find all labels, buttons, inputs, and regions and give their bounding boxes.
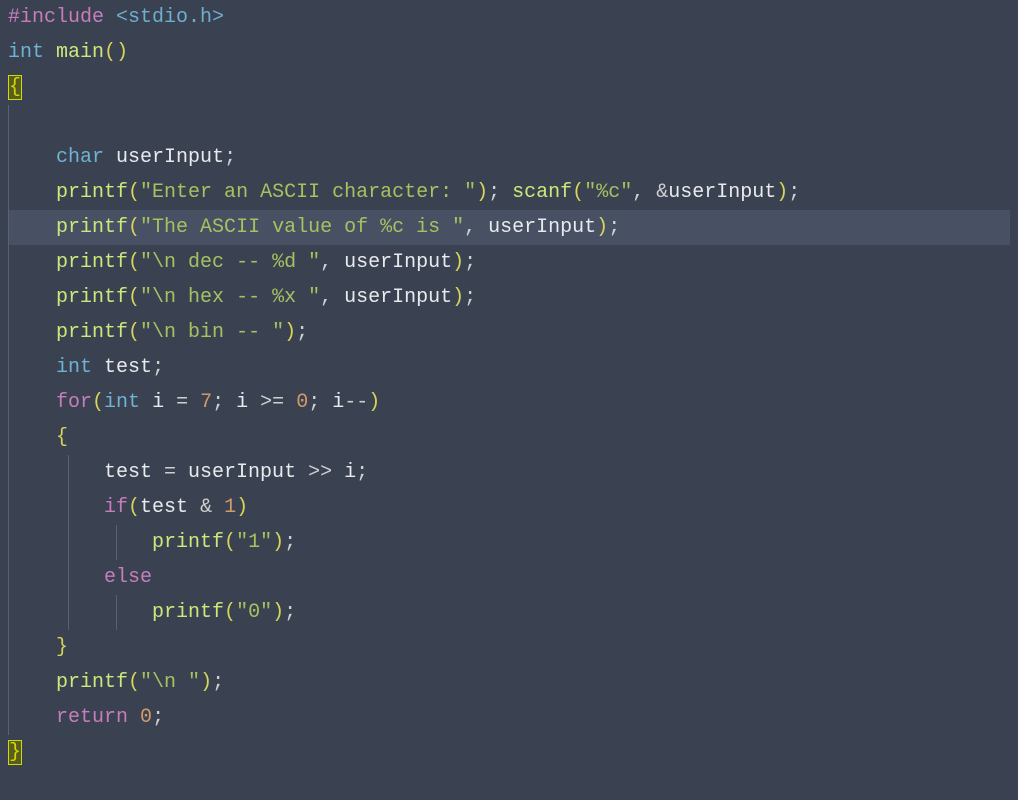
code-line[interactable]: char userInput; bbox=[8, 140, 1010, 175]
code-line[interactable]: { bbox=[8, 70, 1010, 105]
token-type: char bbox=[56, 146, 104, 169]
code-line[interactable]: } bbox=[8, 735, 1010, 770]
token-function: printf bbox=[56, 181, 128, 204]
code-line[interactable]: printf("0"); bbox=[8, 595, 1010, 630]
token-identifier: userInput bbox=[116, 146, 224, 169]
code-line[interactable]: printf("\n "); bbox=[8, 665, 1010, 700]
code-line[interactable]: printf("\n bin -- "); bbox=[8, 315, 1010, 350]
token-function: scanf bbox=[512, 181, 572, 204]
code-line[interactable]: #include <stdio.h> bbox=[8, 0, 1010, 35]
code-line-blank[interactable] bbox=[8, 105, 1010, 140]
token-type: int bbox=[8, 41, 44, 64]
token-string: "The ASCII value of %c is " bbox=[140, 216, 464, 239]
code-editor[interactable]: #include <stdio.h> int main() { char use… bbox=[0, 0, 1018, 800]
code-line[interactable]: } bbox=[8, 630, 1010, 665]
code-line[interactable]: test = userInput >> i; bbox=[8, 455, 1010, 490]
code-line[interactable]: printf("Enter an ASCII character: "); sc… bbox=[8, 175, 1010, 210]
code-line[interactable]: return 0; bbox=[8, 700, 1010, 735]
token-include: #include bbox=[8, 6, 104, 29]
closing-brace-highlight: } bbox=[8, 740, 22, 765]
code-line[interactable]: printf("\n hex -- %x ", userInput); bbox=[8, 280, 1010, 315]
code-line[interactable]: printf("1"); bbox=[8, 525, 1010, 560]
token-string: "%c" bbox=[584, 181, 632, 204]
code-line[interactable]: for(int i = 7; i >= 0; i--) bbox=[8, 385, 1010, 420]
code-line[interactable]: if(test & 1) bbox=[8, 490, 1010, 525]
code-line-current[interactable]: printf("The ASCII value of %c is ", user… bbox=[8, 210, 1010, 245]
code-line[interactable]: else bbox=[8, 560, 1010, 595]
token-string: "Enter an ASCII character: " bbox=[140, 181, 476, 204]
code-line[interactable]: int main() bbox=[8, 35, 1010, 70]
token-function: printf bbox=[56, 216, 128, 239]
code-line[interactable]: { bbox=[8, 420, 1010, 455]
opening-brace-highlight: { bbox=[8, 75, 22, 100]
token-function: main bbox=[56, 41, 104, 64]
code-line[interactable]: int test; bbox=[8, 350, 1010, 385]
code-line[interactable]: printf("\n dec -- %d ", userInput); bbox=[8, 245, 1010, 280]
token-header: <stdio.h> bbox=[116, 6, 224, 29]
